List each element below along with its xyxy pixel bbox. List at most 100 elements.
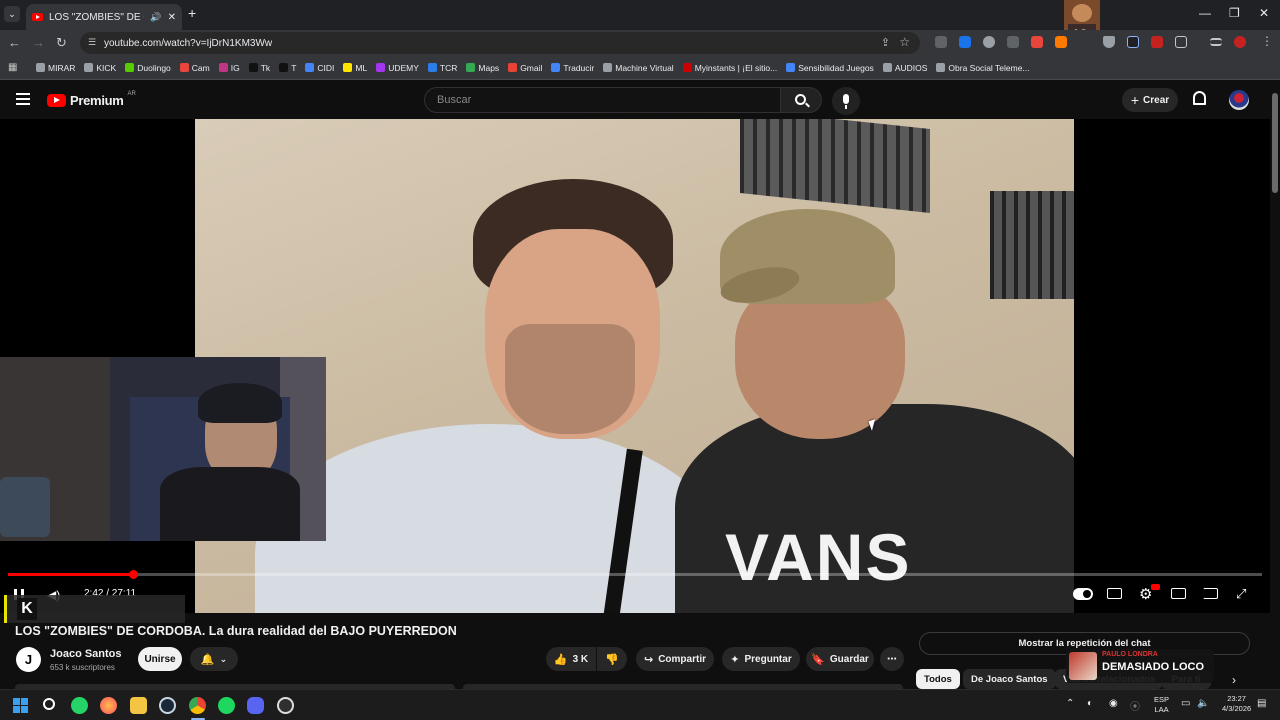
media-control-icon[interactable] (1210, 38, 1222, 46)
page-scrollbar[interactable] (1270, 81, 1280, 689)
minimize-button[interactable]: — (1199, 6, 1211, 20)
more-actions-button[interactable]: ⋯ (880, 647, 904, 671)
hamburger-menu-icon[interactable] (16, 93, 30, 105)
language-indicator[interactable]: ESP LAA (1154, 695, 1169, 715)
install-icon[interactable]: ⇪ (881, 36, 890, 49)
bookmark-item[interactable]: Cam (179, 63, 210, 73)
chip-channel[interactable]: De Joaco Santos (963, 669, 1056, 689)
search-button[interactable] (780, 87, 822, 113)
extension-icon-1[interactable] (935, 36, 947, 48)
bookmark-item[interactable]: Myinstants | ¡El sitio... (682, 63, 777, 73)
profile-avatar-icon[interactable] (1234, 36, 1246, 48)
address-bar[interactable]: ☰ youtube.com/watch?v=IjDrN1KM3Ww ⇪ ☆ (80, 32, 920, 54)
fullscreen-icon[interactable]: ⤢ (1236, 586, 1246, 602)
chrome-menu-icon[interactable]: ⋮ (1261, 34, 1273, 48)
file-explorer-icon[interactable] (130, 697, 147, 714)
taskbar-search-icon[interactable] (43, 698, 55, 710)
clock[interactable]: 23:27 4/3/2026 (1222, 694, 1251, 714)
shield-icon[interactable] (1103, 36, 1115, 48)
volume-tray-icon[interactable]: 🔈 (1197, 698, 1209, 709)
bookmark-item[interactable]: AUDIOS (882, 63, 927, 73)
extension-icon-3[interactable] (983, 36, 995, 48)
bookmark-item[interactable]: KICK (84, 63, 116, 73)
bookmark-item[interactable]: Gmail (508, 63, 542, 73)
forward-icon[interactable]: → (32, 35, 45, 50)
site-info-icon[interactable]: ☰ (88, 37, 96, 48)
voice-search-button[interactable] (832, 87, 860, 115)
save-button[interactable]: 🔖 Guardar (806, 647, 874, 671)
progress-scrubber[interactable] (129, 570, 138, 579)
firefox-icon[interactable] (100, 697, 117, 714)
steam-icon[interactable] (159, 697, 176, 714)
new-tab-button[interactable]: + (188, 5, 196, 21)
tab-audio-icon[interactable]: 🔊 (150, 12, 161, 23)
back-icon[interactable]: ← (8, 35, 21, 50)
dislike-button[interactable]: 👎 (597, 647, 627, 671)
extension-icon-2[interactable] (959, 36, 971, 48)
chip-todos[interactable]: Todos (916, 669, 960, 689)
account-avatar[interactable] (1229, 90, 1249, 110)
chips-next-icon[interactable]: › (1232, 673, 1236, 687)
miniplayer-icon[interactable] (1171, 588, 1186, 599)
windows-start-icon[interactable] (13, 698, 28, 713)
join-button[interactable]: Unirse (138, 647, 182, 671)
bookmark-item[interactable]: Sensibilidad Juegos (786, 63, 874, 73)
tray-audio-device-icon[interactable]: ◐ (1087, 698, 1093, 709)
restore-button[interactable]: ❐ (1229, 6, 1240, 20)
create-button[interactable]: + Crear (1122, 88, 1178, 112)
bookmark-item[interactable]: Obra Social Teleme... (936, 63, 1030, 73)
obs-icon[interactable] (277, 697, 294, 714)
puzzle-icon[interactable] (1175, 36, 1187, 48)
bookmark-item[interactable]: Duolingo (125, 63, 171, 73)
chrome-taskbar-icon[interactable] (189, 697, 206, 714)
extension-icon-8[interactable] (1151, 36, 1163, 48)
extension-icon-7[interactable] (1127, 36, 1139, 48)
tray-discord-icon[interactable]: ◉ (1109, 698, 1118, 709)
bookmark-item[interactable]: MIRAR (36, 63, 75, 73)
close-window-button[interactable]: ✕ (1259, 6, 1269, 20)
apps-grid-icon[interactable]: ▦ (8, 62, 17, 73)
bookmark-item[interactable]: IG (218, 63, 240, 73)
youtube-logo[interactable]: Premium AR (47, 91, 136, 108)
bookmark-item[interactable]: Maps (466, 63, 499, 73)
reload-icon[interactable]: ↻ (56, 35, 67, 51)
cast-icon[interactable] (1203, 588, 1218, 599)
spotify-icon[interactable] (218, 697, 235, 714)
tab-search-button[interactable]: ⌄ (4, 6, 20, 22)
share-button[interactable]: ↪ Compartir (636, 647, 714, 671)
autoplay-toggle[interactable] (1073, 588, 1093, 600)
extension-icon-6[interactable] (1055, 36, 1067, 48)
extension-icon-4[interactable] (1007, 36, 1019, 48)
video-player[interactable]: VANS ◀) 2:42 / 27:11 K ⚙ ⤢ (0, 119, 1270, 623)
bookmark-item[interactable]: UDEMY (376, 63, 419, 73)
notification-center-icon[interactable]: ▤ (1257, 698, 1266, 709)
whatsapp-icon[interactable] (71, 697, 88, 714)
subscribed-bell-button[interactable]: 🔔 ⌄ (190, 647, 238, 671)
bookmark-item[interactable]: T (279, 63, 296, 73)
bookmark-favicon-icon (305, 63, 315, 72)
bookmark-item[interactable]: Tk (248, 63, 270, 73)
channel-name[interactable]: Joaco Santos (50, 648, 122, 660)
bookmark-star-icon[interactable]: ☆ (899, 35, 910, 49)
channel-avatar[interactable]: J (16, 647, 41, 672)
network-icon[interactable]: ▭ (1181, 698, 1190, 709)
bookmark-item[interactable]: ML (343, 63, 367, 73)
ask-button[interactable]: ✦ Preguntar (722, 647, 800, 671)
tray-mic-icon[interactable]: ⦿ (1130, 698, 1140, 713)
bookmark-item[interactable]: Traducir (551, 63, 594, 73)
tray-overflow-icon[interactable]: ⌃ (1066, 698, 1074, 709)
bookmark-item[interactable]: TCR (427, 63, 457, 73)
video-frame[interactable]: VANS (195, 119, 1074, 613)
discord-icon[interactable] (247, 697, 264, 714)
bookmark-label: Gmail (520, 62, 543, 73)
tab-close-icon[interactable]: ✕ (168, 12, 176, 23)
browser-tab-active[interactable]: LOS "ZOMBIES" DE CORDO 🔊 ✕ (26, 4, 182, 30)
progress-bar[interactable] (8, 570, 1262, 579)
subtitles-icon[interactable] (1107, 588, 1122, 599)
bookmark-item[interactable]: CIDI (305, 63, 334, 73)
like-button[interactable]: 👍 3 K (546, 647, 596, 671)
bookmark-item[interactable]: Machine Virtual (603, 63, 674, 73)
extension-icon-5[interactable] (1031, 36, 1043, 48)
search-input[interactable]: Buscar (424, 87, 781, 113)
notifications-bell-icon[interactable] (1193, 91, 1206, 105)
